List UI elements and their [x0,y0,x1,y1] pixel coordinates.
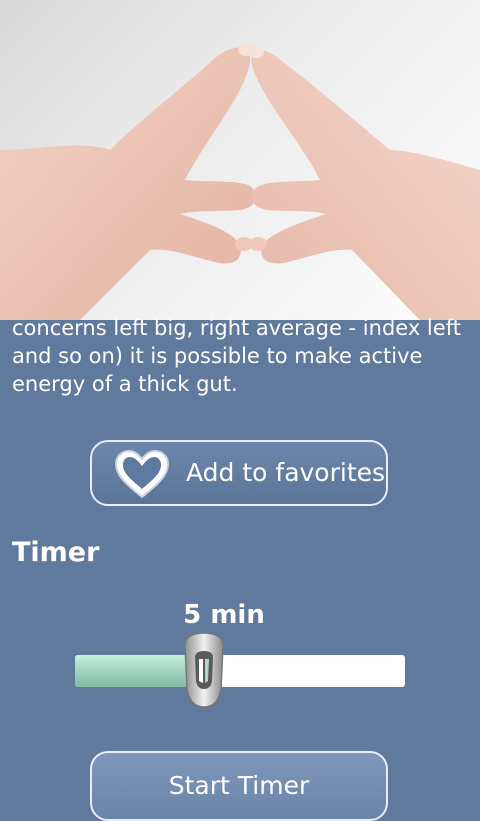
timer-heading: Timer [12,537,100,568]
hands-photo [0,44,480,320]
timer-slider-thumb[interactable] [181,631,227,709]
add-to-favorites-button[interactable]: Add to favorites [90,440,388,506]
timer-value-label: 5 min [183,600,265,630]
timer-slider[interactable] [75,632,405,708]
add-to-favorites-label: Add to favorites [186,458,386,487]
heart-outline-icon [112,449,172,505]
start-timer-label: Start Timer [168,771,310,800]
description-text: concerns left big, right average - index… [12,316,461,396]
start-timer-button[interactable]: Start Timer [90,751,388,821]
hero-image [0,0,480,320]
